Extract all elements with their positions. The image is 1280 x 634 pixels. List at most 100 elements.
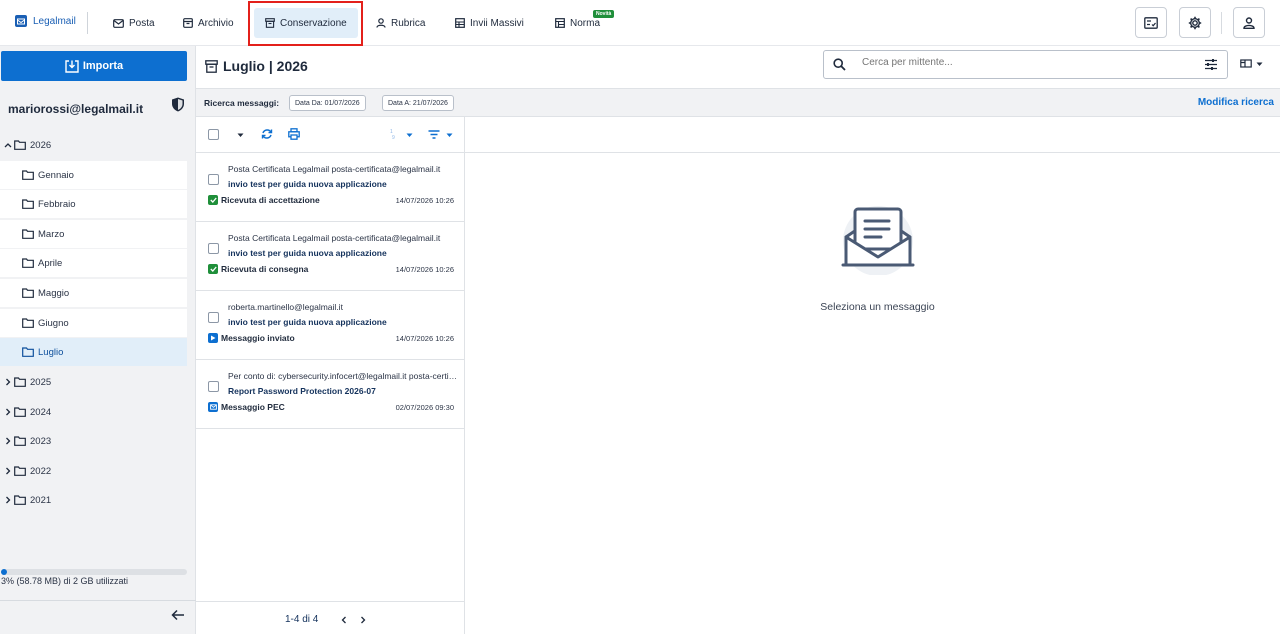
storage-usage-text: 3% (58.78 MB) di 2 GB utilizzati bbox=[1, 576, 129, 586]
tree-label: 2024 bbox=[30, 406, 52, 418]
divider bbox=[1221, 12, 1222, 34]
tree-label: Febbraio bbox=[38, 198, 76, 210]
date-to-chip[interactable]: Data A: 21/07/2026 bbox=[382, 95, 454, 111]
message-status: Ricevuta di accettazione bbox=[208, 195, 320, 205]
message-row[interactable]: Posta Certificata Legalmail posta-certif… bbox=[196, 222, 465, 291]
storage-usage-fill bbox=[1, 569, 7, 575]
check-icon bbox=[208, 195, 218, 205]
collapse-sidebar-arrow-icon[interactable] bbox=[171, 609, 185, 621]
nav-label: Archivio bbox=[198, 17, 234, 29]
chevron-down-icon[interactable] bbox=[237, 133, 244, 138]
search-input[interactable] bbox=[862, 57, 1182, 68]
account-email: mariorossi@legalmail.it bbox=[8, 102, 144, 116]
message-checkbox[interactable] bbox=[208, 174, 219, 185]
filter-icon[interactable] bbox=[428, 130, 440, 139]
divider bbox=[0, 600, 196, 601]
date-from-chip[interactable]: Data Da: 01/07/2026 bbox=[289, 95, 366, 111]
tree-label: 2025 bbox=[30, 376, 52, 388]
tree-year-2023[interactable]: 2023 bbox=[0, 427, 51, 455]
sort-numeric-icon[interactable]: 19 bbox=[390, 128, 398, 140]
chevron-right-icon[interactable] bbox=[2, 408, 14, 416]
chevron-down-icon[interactable] bbox=[406, 133, 413, 138]
tree-year-2025[interactable]: 2025 bbox=[0, 368, 51, 396]
send-icon bbox=[208, 333, 218, 343]
folder-icon bbox=[14, 140, 26, 150]
message-checkbox[interactable] bbox=[208, 381, 219, 392]
user-icon bbox=[1243, 16, 1255, 29]
settings-button[interactable] bbox=[1179, 7, 1211, 38]
message-status-label: Messaggio PEC bbox=[221, 402, 285, 412]
nav-archivio[interactable]: Archivio bbox=[183, 12, 234, 34]
refresh-icon[interactable] bbox=[261, 128, 273, 140]
nav-label: Posta bbox=[129, 17, 155, 29]
shield-icon[interactable] bbox=[171, 97, 185, 112]
top-navigation-bar: Legalmail Posta Archivio Conservazione R… bbox=[0, 0, 1280, 46]
chevron-right-icon[interactable] bbox=[2, 437, 14, 445]
tree-label: 2026 bbox=[30, 139, 52, 151]
modify-search-link[interactable]: Modifica ricerca bbox=[1198, 97, 1274, 108]
message-checkbox[interactable] bbox=[208, 312, 219, 323]
folder-icon bbox=[14, 466, 26, 476]
new-badge: Novità bbox=[593, 10, 615, 18]
app-logo[interactable]: Legalmail bbox=[14, 14, 76, 28]
chevron-down-icon[interactable] bbox=[446, 133, 453, 138]
chevron-right-icon[interactable] bbox=[2, 378, 14, 386]
message-status-label: Messaggio inviato bbox=[221, 333, 295, 343]
nav-invii-massivi[interactable]: Invii Massivi bbox=[455, 12, 524, 34]
bulk-send-icon bbox=[455, 18, 465, 28]
tree-month-marzo[interactable]: Marzo bbox=[0, 220, 187, 248]
tree-year-2021[interactable]: 2021 bbox=[0, 486, 51, 514]
split-view-icon bbox=[1240, 59, 1252, 68]
nav-label: Rubrica bbox=[391, 17, 426, 29]
import-icon bbox=[65, 59, 79, 73]
nav-posta[interactable]: Posta bbox=[113, 12, 155, 34]
nav-label: Invii Massivi bbox=[470, 17, 524, 29]
checklist-icon bbox=[1144, 16, 1158, 29]
storage-box-icon bbox=[205, 59, 218, 73]
chevron-right-icon[interactable] bbox=[2, 467, 14, 475]
logo-text: Legalmail bbox=[33, 15, 76, 27]
reading-pane-header bbox=[465, 117, 1280, 153]
tree-month-giugno[interactable]: Giugno bbox=[0, 309, 187, 337]
message-sender: Posta Certificata Legalmail posta-certif… bbox=[228, 233, 441, 243]
filter-sliders-icon[interactable] bbox=[1204, 58, 1218, 71]
user-profile-button[interactable] bbox=[1233, 7, 1265, 38]
folder-icon bbox=[22, 170, 34, 180]
folder-icon bbox=[22, 347, 34, 357]
tree-month-maggio[interactable]: Maggio bbox=[0, 279, 187, 307]
folder-icon bbox=[22, 199, 34, 209]
select-all-checkbox[interactable] bbox=[208, 129, 219, 140]
tree-month-luglio[interactable]: Luglio bbox=[0, 338, 187, 366]
message-subject: invio test per guida nuova applicazione bbox=[228, 248, 387, 258]
chevron-left-icon[interactable] bbox=[341, 616, 347, 624]
message-checkbox[interactable] bbox=[208, 243, 219, 254]
tree-label: Maggio bbox=[38, 287, 70, 299]
search-box[interactable] bbox=[823, 50, 1228, 79]
tree-month-febbraio[interactable]: Febbraio bbox=[0, 190, 187, 218]
import-button[interactable]: Importa bbox=[1, 51, 187, 81]
chevron-up-icon[interactable] bbox=[2, 142, 14, 148]
message-status-label: Ricevuta di accettazione bbox=[221, 195, 320, 205]
tree-month-aprile[interactable]: Aprile bbox=[0, 249, 187, 277]
message-row[interactable]: roberta.martinello@legalmail.it invio te… bbox=[196, 291, 465, 360]
view-layout-toggle[interactable] bbox=[1240, 59, 1263, 69]
tree-year-2022[interactable]: 2022 bbox=[0, 457, 51, 485]
message-subject: Report Password Protection 2026-07 bbox=[228, 386, 376, 396]
tree-year-2024[interactable]: 2024 bbox=[0, 398, 51, 426]
message-row[interactable]: Posta Certificata Legalmail posta-certif… bbox=[196, 153, 465, 222]
chevron-right-icon[interactable] bbox=[2, 496, 14, 504]
message-sender: Per conto di: cybersecurity.infocert@leg… bbox=[228, 371, 458, 381]
chevron-right-icon[interactable] bbox=[360, 616, 366, 624]
message-date: 14/07/2026 10:26 bbox=[395, 196, 454, 205]
search-filter-bar: Ricerca messaggi: Data Da: 01/07/2026 Da… bbox=[196, 88, 1280, 117]
tree-year-2026[interactable]: 2026 bbox=[0, 131, 51, 159]
tree-month-gennaio[interactable]: Gennaio bbox=[0, 161, 187, 189]
empty-state-text: Seleziona un messaggio bbox=[820, 301, 935, 313]
sidebar: Importa mariorossi@legalmail.it 2026 Gen… bbox=[0, 46, 196, 634]
message-row[interactable]: Per conto di: cybersecurity.infocert@leg… bbox=[196, 360, 465, 429]
gear-icon bbox=[1188, 16, 1202, 29]
tasks-button[interactable] bbox=[1135, 7, 1167, 38]
nav-rubrica[interactable]: Rubrica bbox=[376, 12, 425, 34]
message-date: 02/07/2026 09:30 bbox=[395, 403, 454, 412]
print-icon[interactable] bbox=[288, 128, 300, 140]
